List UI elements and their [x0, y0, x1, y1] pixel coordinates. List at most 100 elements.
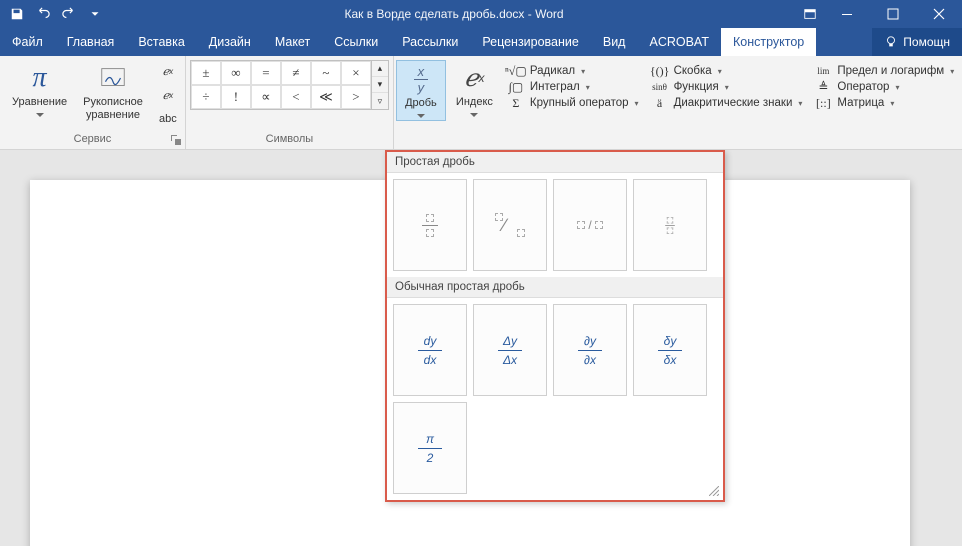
tab-home[interactable]: Главная: [55, 28, 127, 56]
chevron-down-icon: ▾: [895, 83, 899, 92]
symbol-cell[interactable]: <: [281, 85, 311, 109]
placeholder-icon: [595, 221, 603, 229]
ink-equation-button[interactable]: Рукописное уравнение: [75, 60, 151, 123]
chevron-down-icon: ▾: [635, 99, 639, 108]
symbol-cell[interactable]: ÷: [191, 85, 221, 109]
window-title: Как в Ворде сделать дробь.docx - Word: [112, 7, 796, 21]
tell-me-button[interactable]: Помощн: [872, 28, 962, 56]
fraction-dy-dx[interactable]: dydx: [393, 304, 467, 396]
limit-button[interactable]: limПредел и логарифм▾: [814, 64, 954, 78]
accent-icon: ä: [651, 96, 669, 110]
gallery-scroll-up[interactable]: ▴: [372, 61, 388, 77]
linear-format-button[interactable]: ℯx: [155, 84, 181, 106]
undo-button[interactable]: [32, 3, 54, 25]
minimize-button[interactable]: [824, 0, 870, 28]
tab-equation-design[interactable]: Конструктор: [721, 28, 816, 56]
fraction-label: Дробь: [405, 97, 437, 110]
group-symbols-label: Символы: [186, 131, 393, 149]
operator-button[interactable]: ≜Оператор▾: [814, 80, 954, 94]
fraction-stacked[interactable]: [393, 179, 467, 271]
symbol-cell[interactable]: ~: [311, 61, 341, 85]
tab-layout[interactable]: Макет: [263, 28, 322, 56]
chevron-down-icon: ▾: [798, 99, 802, 108]
symbol-cell[interactable]: ≠: [281, 61, 311, 85]
tab-insert[interactable]: Вставка: [126, 28, 196, 56]
bracket-label: Скобка: [674, 65, 712, 77]
radical-label: Радикал: [530, 65, 575, 77]
radical-icon: ⁿ√▢: [507, 64, 525, 78]
chevron-down-icon: ▾: [581, 67, 585, 76]
quick-access-toolbar: [0, 3, 112, 25]
large-operator-button[interactable]: ΣКрупный оператор▾: [507, 96, 639, 110]
function-button[interactable]: sinθФункция▾: [651, 80, 803, 94]
placeholder-icon: [667, 227, 673, 233]
symbol-cell[interactable]: !: [221, 85, 251, 109]
ink-equation-label: Рукописное уравнение: [83, 96, 143, 121]
symbol-gallery[interactable]: ± ∞ = ≠ ~ × ÷ ! ∝ < ≪ >: [190, 60, 372, 110]
fraction-pi-2[interactable]: π2: [393, 402, 467, 494]
matrix-icon: [::]: [814, 96, 832, 110]
tab-review[interactable]: Рецензирование: [470, 28, 591, 56]
placeholder-icon: [426, 229, 434, 237]
fraction-button[interactable]: xy Дробь: [396, 60, 446, 121]
symbol-cell[interactable]: ∞: [221, 61, 251, 85]
normal-text-button[interactable]: abc: [155, 108, 181, 130]
tab-mailings[interactable]: Рассылки: [390, 28, 470, 56]
placeholder-icon: [577, 221, 585, 229]
fraction-delta-small[interactable]: δyδx: [633, 304, 707, 396]
fraction-small[interactable]: [633, 179, 707, 271]
qat-customize-button[interactable]: [84, 3, 106, 25]
placeholder-icon: [517, 229, 525, 237]
resize-grip-icon[interactable]: [709, 486, 719, 496]
fraction-icon: xy: [405, 63, 437, 95]
fraction-partialy-partialx[interactable]: ∂y∂x: [553, 304, 627, 396]
group-service: π Уравнение Рукописное уравнение ℯx ℯx a…: [0, 56, 186, 149]
bracket-button[interactable]: {()}Скобка▾: [651, 64, 803, 78]
integral-button[interactable]: ∫▢Интеграл▾: [507, 80, 639, 94]
ribbon-tabs: Файл Главная Вставка Дизайн Макет Ссылки…: [0, 28, 962, 56]
script-icon: ℯx: [458, 62, 490, 94]
lightbulb-icon: [884, 35, 898, 49]
tell-me-label: Помощн: [903, 35, 950, 49]
symbol-cell[interactable]: >: [341, 85, 371, 109]
radical-button[interactable]: ⁿ√▢ Радикал ▾: [507, 64, 639, 78]
tab-view[interactable]: Вид: [591, 28, 638, 56]
fraction-gallery-dropdown: Простая дробь ∕ /: [385, 150, 725, 502]
script-button[interactable]: ℯx Индекс: [448, 60, 501, 119]
group-structures-label: [394, 131, 962, 149]
close-button[interactable]: [916, 0, 962, 28]
tab-design[interactable]: Дизайн: [197, 28, 263, 56]
tab-file[interactable]: Файл: [0, 28, 55, 56]
tab-acrobat[interactable]: ACROBAT: [637, 28, 721, 56]
dialog-launcher-icon[interactable]: [171, 135, 181, 145]
save-button[interactable]: [6, 3, 28, 25]
symbol-cell[interactable]: ∝: [251, 85, 281, 109]
gallery-expand[interactable]: ▿: [372, 93, 388, 109]
redo-button[interactable]: [58, 3, 80, 25]
structures-col-2: {()}Скобка▾ sinθФункция▾ äДиакритические…: [645, 60, 809, 110]
chevron-down-icon: ▾: [950, 67, 954, 76]
limit-label: Предел и логарифм: [837, 65, 944, 77]
fraction-linear[interactable]: /: [553, 179, 627, 271]
symbol-cell[interactable]: ≪: [311, 85, 341, 109]
equation-button[interactable]: π Уравнение: [4, 60, 75, 119]
symbol-cell[interactable]: ×: [341, 61, 371, 85]
matrix-button[interactable]: [::]Матрица▾: [814, 96, 954, 110]
ink-icon: [97, 62, 129, 94]
gallery-scroll-down[interactable]: ▾: [372, 77, 388, 93]
symbol-cell[interactable]: =: [251, 61, 281, 85]
professional-format-button[interactable]: ℯx: [155, 60, 181, 82]
structures-col-3: limПредел и логарифм▾ ≜Оператор▾ [::]Мат…: [808, 60, 960, 110]
structures-col-1: ⁿ√▢Радикал▾ ∫▢Интеграл▾ ΣКрупный операто…: [501, 60, 645, 110]
large-operator-label: Крупный оператор: [530, 97, 629, 109]
function-label: Функция: [674, 81, 719, 93]
tab-references[interactable]: Ссылки: [322, 28, 390, 56]
fraction-skewed[interactable]: ∕: [473, 179, 547, 271]
accent-button[interactable]: ä Диакритические знаки ▾: [651, 96, 803, 110]
symbol-cell[interactable]: ±: [191, 61, 221, 85]
chevron-down-icon: ▾: [718, 67, 722, 76]
maximize-button[interactable]: [870, 0, 916, 28]
ribbon-display-options-button[interactable]: [796, 7, 824, 21]
fraction-deltay-deltax[interactable]: ΔyΔx: [473, 304, 547, 396]
accent-label: Диакритические знаки: [674, 97, 793, 109]
